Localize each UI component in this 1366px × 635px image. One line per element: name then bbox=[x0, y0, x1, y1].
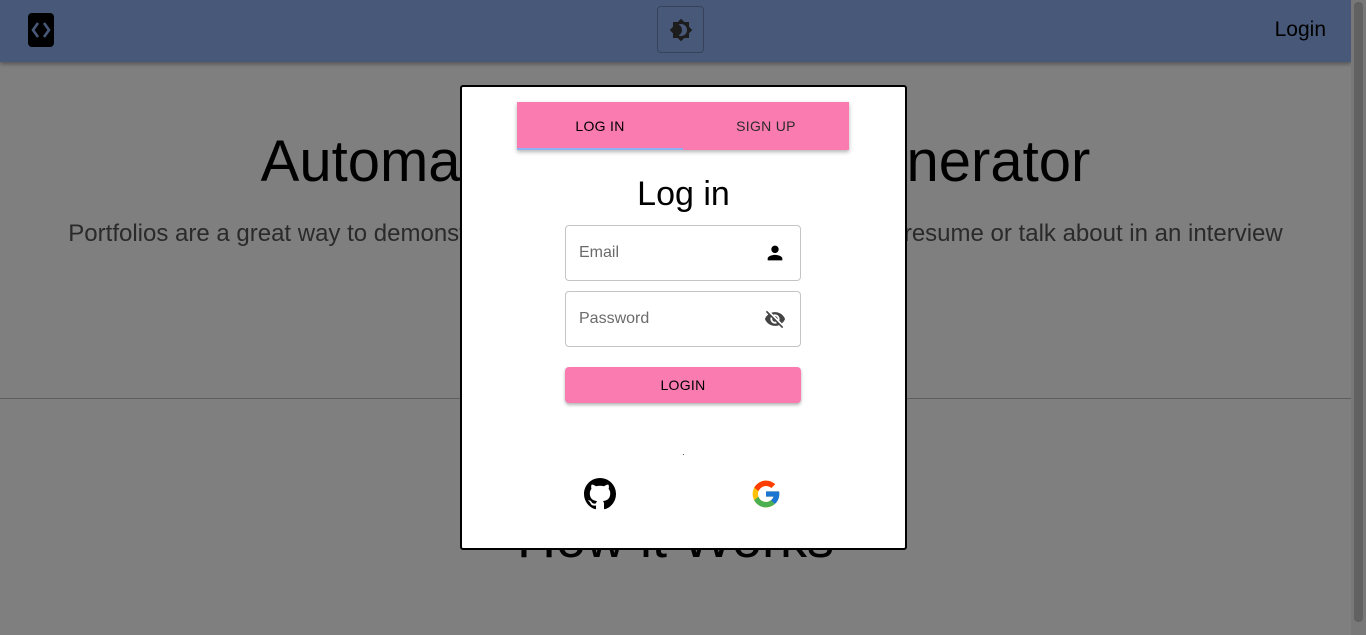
password-field bbox=[565, 291, 801, 347]
github-icon bbox=[584, 478, 616, 510]
google-icon bbox=[752, 480, 780, 508]
email-input[interactable] bbox=[566, 226, 756, 280]
tab-log-in[interactable]: LOG IN bbox=[517, 102, 683, 150]
page: Login Automanerator Portfolios are a gre… bbox=[0, 0, 1366, 635]
github-login-button[interactable] bbox=[584, 478, 616, 510]
password-input[interactable] bbox=[566, 292, 756, 346]
auth-tabs: LOG IN SIGN UP bbox=[517, 102, 849, 150]
separator-dot bbox=[683, 454, 684, 455]
email-field bbox=[565, 225, 801, 281]
login-submit-button[interactable]: LOGIN bbox=[565, 367, 801, 403]
google-login-button[interactable] bbox=[750, 478, 782, 510]
dialog-title: Log in bbox=[637, 175, 730, 213]
auth-dialog: LOG IN SIGN UP Log in LOGIN bbox=[460, 85, 907, 550]
eye-off-icon[interactable] bbox=[764, 308, 786, 330]
person-icon bbox=[767, 245, 783, 261]
tab-indicator bbox=[517, 148, 683, 150]
tab-sign-up[interactable]: SIGN UP bbox=[683, 102, 849, 150]
